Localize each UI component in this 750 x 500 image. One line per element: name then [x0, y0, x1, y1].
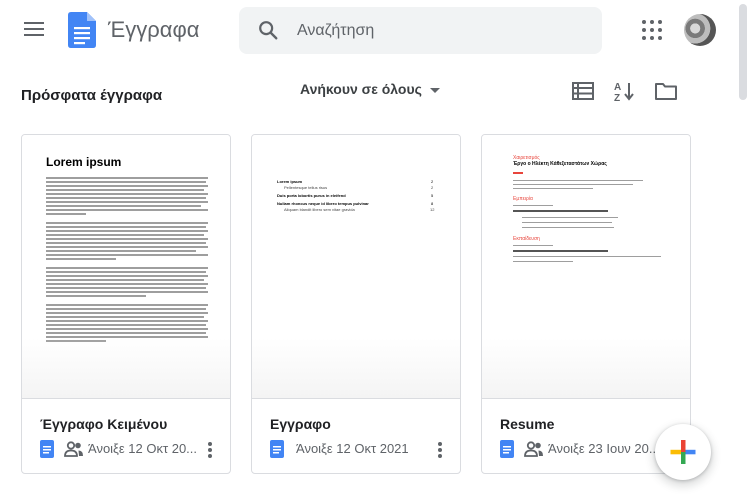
list-view-icon[interactable]	[571, 80, 595, 102]
svg-text:Z: Z	[614, 93, 620, 102]
scrollbar-thumb[interactable]	[739, 4, 747, 100]
search-icon[interactable]	[257, 19, 279, 41]
section-title: Πρόσφατα έγγραφα	[21, 87, 163, 104]
resume-headline: Έργο ο Ηλέκτη Κάθεξεταστάτων Χώρας	[513, 161, 607, 167]
top-bar: Έγγραφα Αναζήτηση	[0, 0, 750, 62]
page-scrollbar[interactable]	[736, 0, 750, 500]
document-meta: Άνοιξε 12 Οκτ 20...	[40, 440, 220, 458]
last-opened-date: Άνοιξε 12 Οκτ 20...	[88, 441, 198, 456]
document-thumbnail[interactable]: Lorem ipsum 2 Pellentesque tellus risus …	[252, 135, 460, 399]
resume-education-heading: Εκπαίδευση	[513, 236, 540, 242]
toc-entry: Aliquam blandit libero sem vitae gravida	[284, 207, 355, 212]
toc-page: 12	[430, 207, 435, 212]
document-thumbnail[interactable]: Lorem ipsum	[22, 135, 230, 399]
app-title[interactable]: Έγγραφα	[108, 17, 199, 43]
toc-entry: Duis porta lobortis purus in eleifend	[277, 193, 346, 198]
document-title[interactable]: Resume	[500, 416, 554, 432]
last-opened-date: Άνοιξε 12 Οκτ 2021	[296, 441, 409, 456]
document-thumbnail[interactable]: Χαιρετισμός Έργο ο Ηλέκτη Κάθεξεταστάτων…	[482, 135, 690, 399]
last-opened-date: Άνοιξε 23 Ιουν 20...	[548, 441, 660, 456]
toc-page: 2	[431, 185, 434, 190]
shared-people-icon	[64, 441, 83, 457]
dropdown-caret-icon	[429, 87, 440, 93]
toc-entry: Nullam rhoncus neque id libero tempus pu…	[277, 201, 369, 206]
toc-entry: Lorem ipsum	[277, 179, 303, 184]
svg-text:A: A	[614, 82, 621, 93]
toc-page: 5	[431, 193, 434, 198]
toc-page: 2	[431, 179, 434, 184]
document-title[interactable]: Έγγραφο Κειμένου	[40, 416, 167, 432]
google-apps-icon[interactable]	[642, 20, 662, 40]
toc-page: 8	[431, 201, 434, 206]
folder-picker-icon[interactable]	[654, 80, 678, 102]
more-options-button[interactable]	[434, 440, 446, 458]
document-card[interactable]: Lorem ipsum 2 Pellentesque tellus risus …	[251, 134, 461, 474]
docs-file-icon	[500, 440, 514, 458]
document-meta: Άνοιξε 12 Οκτ 2021	[270, 440, 450, 458]
docs-file-icon	[40, 440, 54, 458]
account-avatar[interactable]	[684, 14, 716, 46]
owner-filter-dropdown[interactable]: Ανήκουν σε όλους	[300, 81, 440, 103]
resume-experience-heading: Εμπειρία	[513, 196, 533, 202]
toc-entry: Pellentesque tellus risus	[284, 185, 328, 190]
docs-logo-icon[interactable]	[68, 12, 96, 48]
owner-filter-label: Ανήκουν σε όλους	[300, 81, 422, 97]
search-bar[interactable]: Αναζήτηση	[239, 7, 602, 54]
document-card[interactable]: Lorem ipsum Έγγραφο Κειμένου Άνοιξε 12 Ο…	[21, 134, 231, 474]
document-meta: Άνοιξε 23 Ιουν 20...	[500, 440, 680, 458]
docs-file-icon	[270, 440, 284, 458]
new-document-button[interactable]	[655, 424, 711, 480]
document-card[interactable]: Χαιρετισμός Έργο ο Ηλέκτη Κάθεξεταστάτων…	[481, 134, 691, 474]
shared-people-icon	[524, 441, 543, 457]
thumbnail-heading: Lorem ipsum	[46, 155, 122, 169]
sort-az-icon[interactable]: A Z	[612, 80, 636, 102]
document-title[interactable]: Εγγραφο	[270, 416, 331, 432]
search-input[interactable]: Αναζήτηση	[297, 22, 374, 40]
main-menu-button[interactable]	[20, 18, 48, 42]
more-options-button[interactable]	[204, 440, 216, 458]
plus-icon	[670, 440, 696, 464]
